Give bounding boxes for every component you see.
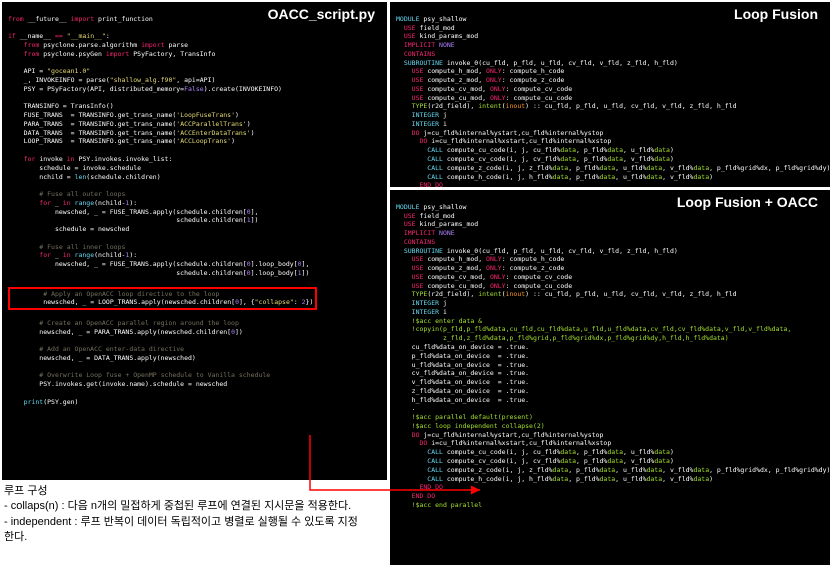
highlighted-code: # Apply an OpenACC loop directive to the… [8,287,317,311]
annotation-item1: - collaps(n) : 다음 n개의 밀접하게 중첩된 루프에 연결된 지… [4,499,364,514]
code-br: MODULE psy_shallow USE field_mod USE kin… [390,190,830,514]
code-panel-top-right: Loop Fusion MODULE psy_shallow USE field… [390,2,830,187]
annotation-item2: - independent : 루프 반복이 데이터 독립적이고 병렬로 실행될… [4,515,364,546]
code-panel-bottom-right: Loop Fusion + OACC MODULE psy_shallow US… [390,190,830,565]
annotation-block: 루프 구성 - collaps(n) : 다음 n개의 밀접하게 중첩된 루프에… [4,484,364,546]
panel-title-left: OACC_script.py [268,6,375,22]
code-tr: MODULE psy_shallow USE field_mod USE kin… [390,2,830,187]
annotation-heading: 루프 구성 [4,484,364,499]
panel-title-br: Loop Fusion + OACC [677,194,818,210]
code-left: from __future__ import print_function if… [2,2,387,410]
code-panel-left: OACC_script.py from __future__ import pr… [2,2,387,480]
panel-title-tr: Loop Fusion [734,6,818,22]
